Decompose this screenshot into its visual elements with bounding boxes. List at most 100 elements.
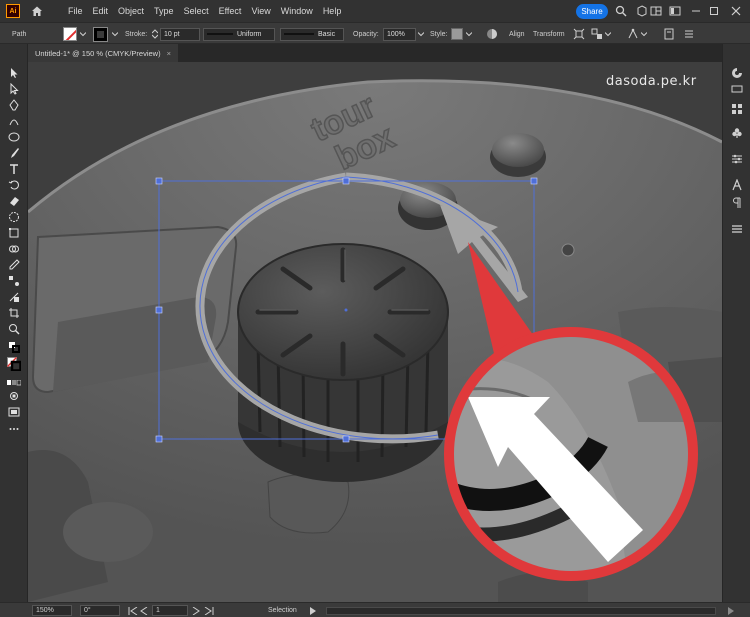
last-artboard-icon[interactable] [204, 605, 214, 616]
eraser-tool-icon[interactable] [7, 194, 21, 208]
eyedropper-tool-icon[interactable] [7, 258, 21, 272]
restore-window-icon[interactable] [708, 5, 720, 17]
share-button[interactable]: Share [576, 4, 608, 19]
stroke-swatch[interactable] [93, 23, 108, 45]
panel-menu-icon[interactable] [683, 23, 695, 45]
layers-panel-icon[interactable] [730, 222, 744, 236]
style-dropdown-icon[interactable] [466, 23, 472, 45]
first-artboard-icon[interactable] [128, 605, 138, 616]
opacity-input[interactable]: 100% [383, 27, 416, 41]
scroll-right-icon[interactable] [728, 605, 734, 616]
warp-tool-icon[interactable] [7, 210, 21, 224]
menu-edit[interactable]: Edit [93, 6, 109, 16]
paintbrush-tool-icon[interactable] [7, 146, 21, 160]
zoom-level-dropdown[interactable]: 150% [32, 605, 72, 616]
menu-view[interactable]: View [251, 6, 270, 16]
bbox-handle-bottom-left[interactable] [155, 435, 163, 443]
horizontal-scrollbar[interactable] [326, 605, 716, 616]
menu-object[interactable]: Object [118, 6, 144, 16]
home-icon[interactable] [30, 4, 44, 18]
close-window-icon[interactable] [730, 5, 742, 17]
type-tool-icon[interactable] [7, 162, 21, 176]
recolor-artwork-icon[interactable] [486, 23, 498, 45]
stroke-label: Stroke: [125, 30, 148, 38]
blend-tool-icon[interactable] [7, 274, 21, 288]
fill-stroke-swatches-icon[interactable] [7, 357, 21, 371]
artboard-canvas[interactable]: tour box dasoda.pe.kr [28, 62, 722, 602]
watermark-text: dasoda.pe.kr [606, 74, 697, 89]
panel-dock [722, 44, 750, 602]
color-panel-icon[interactable] [730, 66, 744, 80]
menu-file[interactable]: File [68, 6, 83, 16]
properties-panel-icon[interactable] [730, 152, 744, 166]
bbox-handle-middle-left[interactable] [155, 306, 163, 314]
previous-artboard-icon[interactable] [140, 605, 148, 616]
transform-link[interactable]: Transform [533, 23, 565, 45]
draw-mode-icon[interactable] [7, 389, 21, 403]
menu-type[interactable]: Type [154, 6, 174, 16]
select-similar-dropdown-icon[interactable] [605, 23, 611, 45]
menu-select[interactable]: Select [184, 6, 209, 16]
screen-mode-icon[interactable] [7, 405, 21, 419]
graphic-style-swatch[interactable] [451, 23, 463, 45]
menu-bar: Ai File Edit Object Type Select Effect V… [0, 0, 750, 22]
minimize-window-icon[interactable] [690, 5, 702, 17]
default-fill-stroke-icon[interactable] [7, 340, 21, 354]
menu-help[interactable]: Help [323, 6, 342, 16]
color-guide-icon[interactable] [730, 82, 744, 96]
shape-builder-tool-icon[interactable] [7, 242, 21, 256]
rotate-tool-icon[interactable] [7, 178, 21, 192]
select-similar-icon[interactable] [591, 23, 603, 45]
artboard-tool-icon[interactable] [7, 306, 21, 320]
free-transform-tool-icon[interactable] [7, 226, 21, 240]
direct-selection-tool-icon[interactable] [7, 82, 21, 96]
selection-tool-icon[interactable] [7, 66, 21, 80]
stroke-weight-stepper-icon[interactable] [152, 23, 158, 45]
bbox-handle-top-center[interactable] [342, 177, 350, 185]
color-mode-icons[interactable] [7, 376, 21, 390]
arrange-documents-icon[interactable] [650, 5, 662, 17]
live-paint-tool-icon[interactable] [7, 290, 21, 304]
pen-tool-icon[interactable] [7, 98, 21, 112]
status-menu-arrow-icon[interactable] [310, 605, 316, 616]
fill-swatch[interactable] [63, 23, 77, 45]
bbox-handle-bottom-center[interactable] [342, 435, 350, 443]
align-link[interactable]: Align [509, 23, 525, 45]
document-tab-bar: Untitled-1* @ 150 % (CMYK/Preview) × [28, 44, 722, 62]
fill-dropdown-icon[interactable] [80, 23, 86, 45]
stroke-weight-input[interactable]: 10 pt [160, 27, 200, 41]
rotate-view-dropdown[interactable]: 0° [80, 605, 120, 616]
menu-effect[interactable]: Effect [219, 6, 242, 16]
puppet-warp-dropdown-icon[interactable] [641, 23, 647, 45]
menu-window[interactable]: Window [281, 6, 313, 16]
curvature-tool-icon[interactable] [7, 114, 21, 128]
isolate-selected-icon[interactable] [573, 23, 585, 45]
close-tab-icon[interactable]: × [167, 49, 171, 58]
document-tab[interactable]: Untitled-1* @ 150 % (CMYK/Preview) × [28, 44, 178, 62]
artboard-navigation-dropdown[interactable]: 1 [152, 605, 188, 616]
ellipse-tool-icon[interactable] [7, 130, 21, 144]
product-photo: tour box [28, 62, 722, 602]
variable-width-profile-dropdown[interactable]: Uniform [203, 23, 275, 45]
character-panel-icon[interactable] [730, 178, 744, 192]
zoom-tool-icon[interactable] [7, 322, 21, 336]
tools-panel [0, 44, 28, 602]
document-setup-icon[interactable] [663, 23, 675, 45]
workspace-switcher-icon[interactable] [669, 5, 681, 17]
symbols-panel-icon[interactable] [730, 126, 744, 140]
search-icon[interactable] [615, 5, 627, 17]
opacity-dropdown-icon[interactable] [418, 23, 424, 45]
bbox-handle-top-right[interactable] [530, 177, 538, 185]
brush-definition-dropdown[interactable]: Basic [280, 23, 344, 45]
document-tab-title: Untitled-1* @ 150 % (CMYK/Preview) [35, 48, 161, 58]
puppet-warp-icon[interactable] [627, 23, 639, 45]
swatches-panel-icon[interactable] [730, 102, 744, 116]
status-bar: 150% 0° 1 Selection [0, 602, 750, 617]
next-artboard-icon[interactable] [192, 605, 200, 616]
edit-toolbar-icon[interactable] [7, 422, 21, 436]
paragraph-panel-icon[interactable] [730, 196, 744, 210]
stroke-dropdown-icon[interactable] [112, 23, 118, 45]
style-label: Style: [430, 30, 448, 38]
bbox-handle-top-left[interactable] [155, 177, 163, 185]
touch-workspace-icon[interactable] [636, 5, 648, 17]
